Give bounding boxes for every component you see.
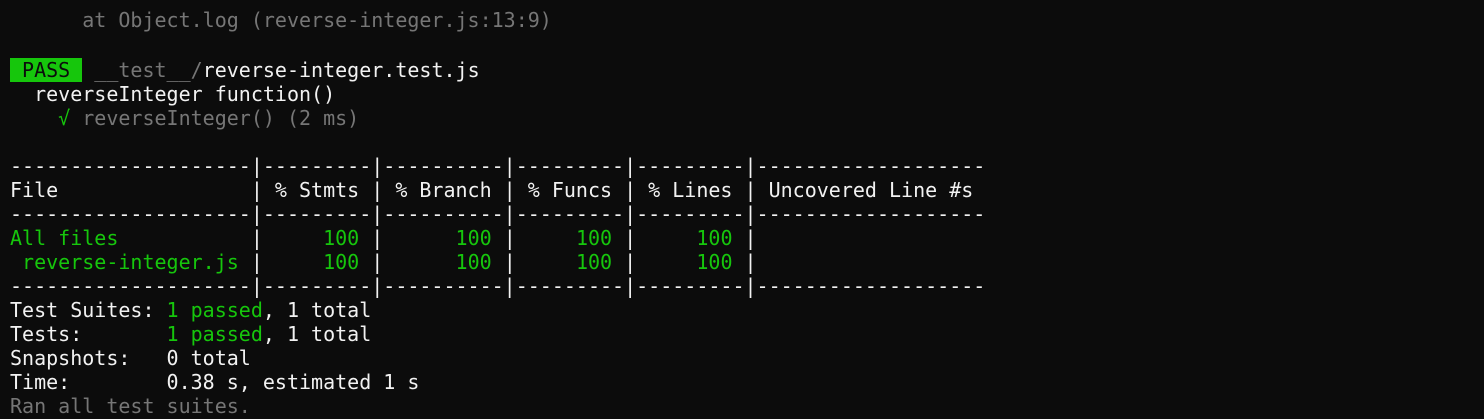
pass-badge: PASS [10, 58, 83, 82]
test-case-name: reverseInteger() (2 ms) [70, 106, 360, 130]
coverage-file-name: All files [10, 226, 239, 250]
stack-trace-line: at Object.log (reverse-integer.js:13:9) [10, 8, 552, 32]
column-separator: | [491, 226, 528, 250]
summary-passed: 1 passed [166, 322, 263, 346]
summary-passed: 1 passed [166, 298, 263, 322]
test-result-line: PASS __test__/reverse-integer.test.js [10, 58, 480, 82]
coverage-separator-top: --------------------|---------|---------… [10, 154, 986, 178]
summary-total: , 1 total [262, 322, 372, 346]
column-separator: | [612, 250, 649, 274]
coverage-row: All files | 100 | 100 | 100 | 100 | [10, 226, 769, 250]
summary-test-suites: Test Suites: 1 passed, 1 total [10, 298, 371, 322]
branch-value: 100 [395, 250, 492, 274]
summary-label: Test Suites: [10, 298, 167, 322]
lines-value: 100 [648, 226, 733, 250]
terminal-window[interactable]: at Object.log (reverse-integer.js:13:9) … [0, 0, 1484, 419]
lines-value: 100 [648, 250, 733, 274]
describe-block-title: reverseInteger function() [10, 82, 336, 106]
stmts-value: 100 [274, 250, 360, 274]
coverage-separator-bottom: --------------------|---------|---------… [10, 274, 986, 298]
coverage-row: reverse-integer.js | 100 | 100 | 100 | 1… [10, 250, 769, 274]
summary-tests: Tests: 1 passed, 1 total [10, 322, 371, 346]
summary-snapshots: Snapshots: 0 total [10, 346, 251, 370]
column-separator: | [732, 250, 769, 274]
stmts-value: 100 [274, 226, 360, 250]
column-separator: | [238, 250, 275, 274]
coverage-file-name: reverse-integer.js [10, 250, 239, 274]
column-separator: | [491, 250, 528, 274]
column-separator: | [238, 226, 275, 250]
summary-label: Tests: [10, 322, 167, 346]
branch-value: 100 [395, 226, 492, 250]
test-file-name: reverse-integer.test.js [202, 58, 480, 82]
check-mark-icon: √ [10, 106, 71, 130]
column-separator: | [359, 226, 396, 250]
funcs-value: 100 [527, 226, 613, 250]
summary-ran-all: Ran all test suites. [10, 394, 251, 418]
coverage-separator-header: --------------------|---------|---------… [10, 202, 986, 226]
coverage-header: File | % Stmts | % Branch | % Funcs | % … [10, 178, 986, 202]
column-separator: | [612, 226, 649, 250]
summary-time: Time: 0.38 s, estimated 1 s [10, 370, 420, 394]
test-case-line: √ reverseInteger() (2 ms) [10, 106, 359, 130]
column-separator: | [359, 250, 396, 274]
test-path-prefix: __test__/ [82, 58, 203, 82]
summary-total: , 1 total [262, 298, 372, 322]
column-separator: | [732, 226, 769, 250]
funcs-value: 100 [527, 250, 613, 274]
